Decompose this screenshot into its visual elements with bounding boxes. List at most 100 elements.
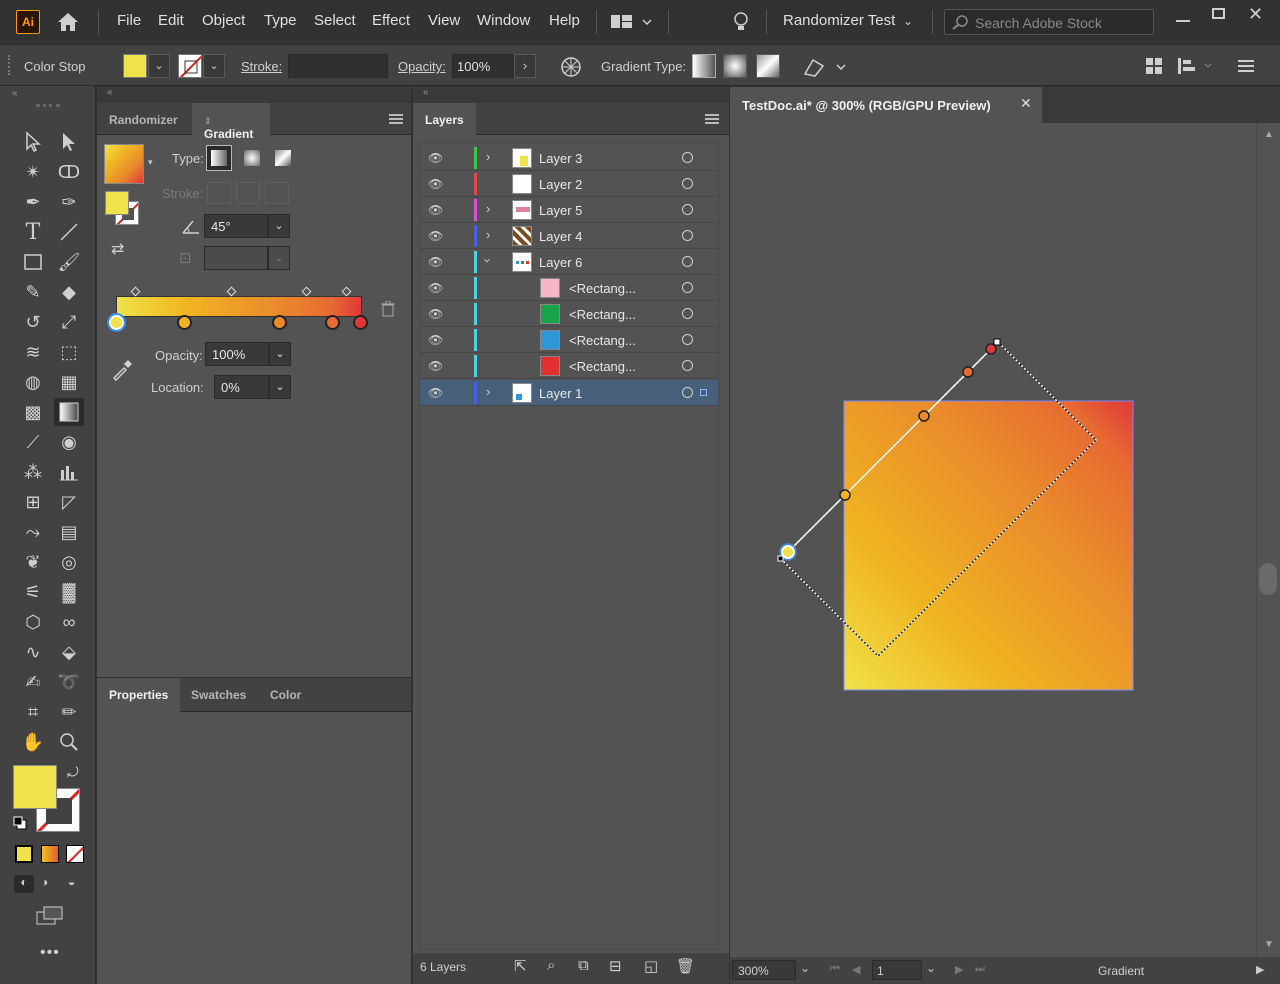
panel-menu-icon[interactable]	[1238, 59, 1254, 76]
fill-color-swatch[interactable]	[13, 765, 57, 809]
draw-inside-icon[interactable]: ◒	[68, 875, 75, 889]
layer-row[interactable]: 👁 <Rectang...	[420, 275, 718, 301]
visibility-eye-icon[interactable]: 👁	[428, 177, 443, 191]
minimize-button[interactable]	[1176, 20, 1190, 22]
slice-tool-icon[interactable]: ◸	[54, 488, 84, 516]
target-circle-icon[interactable]	[682, 204, 693, 215]
gradient-tool-icon[interactable]	[54, 398, 84, 426]
lasso-tool-icon[interactable]: ↀ	[54, 158, 84, 186]
target-circle-icon[interactable]	[682, 152, 693, 163]
collect-export-icon[interactable]: ⇱	[514, 957, 527, 975]
reverse-gradient-icon[interactable]: ⇄	[111, 239, 124, 259]
workspace-switcher-icon[interactable]	[611, 13, 655, 34]
ruler-tool-icon[interactable]: ▤	[54, 518, 84, 546]
layer-name[interactable]: Layer 1	[539, 386, 582, 401]
live-paint-tool-icon[interactable]: ⬙	[54, 638, 84, 666]
edit-toolbar-icon[interactable]: •••	[40, 944, 60, 962]
menu-effect[interactable]: Effect	[372, 12, 410, 29]
visibility-eye-icon[interactable]: 👁	[428, 281, 443, 295]
visibility-eye-icon[interactable]: 👁	[428, 333, 443, 347]
visibility-eye-icon[interactable]: 👁	[428, 229, 443, 243]
opacity-dropdown[interactable]: ⌄	[269, 342, 291, 366]
tab-gradient[interactable]: ⇕ Gradient	[192, 103, 270, 141]
layer-name[interactable]: <Rectang...	[569, 307, 636, 322]
butterfly-tool-icon[interactable]: ❦	[18, 548, 48, 576]
direct-selection-tool-icon[interactable]	[54, 128, 84, 156]
prev-artboard-icon[interactable]: ◀	[852, 963, 860, 976]
tab-color[interactable]: Color	[258, 678, 313, 712]
close-tab-icon[interactable]: ✕	[1020, 95, 1032, 112]
locate-object-icon[interactable]: ⌕	[547, 957, 555, 974]
target-circle-icon[interactable]	[682, 387, 693, 398]
free-transform-tool-icon[interactable]: ⬚	[54, 338, 84, 366]
first-artboard-icon[interactable]: ⏮	[830, 963, 840, 976]
layer-name[interactable]: Layer 5	[539, 203, 582, 218]
target-circle-icon[interactable]	[682, 334, 693, 345]
paintbrush-tool-icon[interactable]: 🖌	[54, 248, 84, 276]
perspective-grid-tool-icon[interactable]: ▦	[54, 368, 84, 396]
rectangle-tool-icon[interactable]	[18, 248, 48, 276]
layer-row[interactable]: 👁 › Layer 4	[420, 223, 718, 249]
tab-swatches[interactable]: Swatches	[179, 678, 258, 712]
selection-indicator[interactable]	[700, 389, 707, 396]
visibility-eye-icon[interactable]: 👁	[428, 359, 443, 373]
magic-wand-tool-icon[interactable]: ✴	[18, 158, 48, 186]
mesh-tool-icon[interactable]: ▩	[18, 398, 48, 426]
layer-name[interactable]: Layer 3	[539, 151, 582, 166]
visibility-eye-icon[interactable]: 👁	[428, 151, 443, 165]
layer-name[interactable]: Layer 6	[539, 255, 582, 270]
symbol-sprayer-tool-icon[interactable]: ⁂	[18, 458, 48, 486]
eyedropper-icon[interactable]	[111, 359, 133, 384]
layer-name[interactable]: Layer 2	[539, 177, 582, 192]
crop-tool-icon[interactable]: ⌗	[18, 698, 48, 726]
shape-builder-tool-icon[interactable]: ◍	[18, 368, 48, 396]
layer-row[interactable]: 👁 <Rectang...	[420, 353, 718, 379]
menu-edit[interactable]: Edit	[158, 12, 184, 29]
column-graph-tool-icon[interactable]	[54, 458, 84, 486]
polygon-tool-icon[interactable]: ⬡	[18, 608, 48, 636]
menu-select[interactable]: Select	[314, 12, 356, 29]
scale-tool-icon[interactable]: ⤢	[54, 308, 84, 336]
align-grid-icon[interactable]	[1146, 58, 1162, 77]
angle-dropdown[interactable]: ⌄	[268, 214, 290, 238]
close-window-button[interactable]: ✕	[1248, 4, 1263, 25]
opacity-field[interactable]: 100%	[205, 342, 269, 366]
gradient-panel-menu-icon[interactable]	[389, 114, 403, 124]
transform-icon[interactable]	[803, 56, 849, 81]
freeform-type-button[interactable]	[270, 145, 296, 171]
twirl-tool-icon[interactable]: ◎	[54, 548, 84, 576]
freeform-gradient-button[interactable]	[756, 54, 780, 78]
gradient-slider[interactable]	[116, 296, 362, 317]
blend-tool-icon[interactable]: ◉	[54, 428, 84, 456]
chevron-right-icon[interactable]: ›	[486, 149, 490, 164]
search-input[interactable]: Search Adobe Stock	[944, 9, 1154, 35]
fill-small-swatch[interactable]	[105, 191, 129, 215]
location-field[interactable]: 0%	[214, 375, 269, 399]
eraser-tool-icon[interactable]: ◆	[54, 278, 84, 306]
puppet-warp-tool-icon[interactable]: ⤳	[18, 518, 48, 546]
midpoint-diamond[interactable]	[301, 286, 312, 297]
delete-layer-icon[interactable]: 🗑	[676, 957, 695, 975]
target-circle-icon[interactable]	[682, 256, 693, 267]
artboard-number-field[interactable]: 1	[872, 960, 922, 980]
menu-view[interactable]: View	[428, 12, 460, 29]
texture-tool-icon[interactable]: ▓	[54, 578, 84, 606]
menu-help[interactable]: Help	[549, 12, 580, 29]
none-mode-button[interactable]	[66, 845, 84, 863]
swap-fill-stroke-icon[interactable]: ⤾	[67, 764, 79, 781]
layers-panel-menu-icon[interactable]	[705, 114, 719, 124]
chevron-down-icon[interactable]: ⌄	[903, 14, 913, 28]
layer-row-selected[interactable]: 👁 › Layer 1	[420, 380, 718, 406]
delete-stop-icon[interactable]	[381, 300, 395, 320]
menu-type[interactable]: Type	[264, 12, 297, 29]
layer-row[interactable]: 👁 › Layer 5	[420, 197, 718, 223]
opacity-label[interactable]: Opacity:	[398, 59, 446, 74]
last-artboard-icon[interactable]: ⏭	[975, 963, 985, 976]
gradient-preset-dropdown-icon[interactable]: ▾	[148, 157, 153, 168]
color-mode-button[interactable]	[15, 845, 33, 863]
tab-randomizer[interactable]: Randomizer	[97, 103, 190, 135]
radial-gradient-button[interactable]	[723, 54, 747, 78]
scroll-thumb[interactable]	[1259, 563, 1277, 595]
screen-mode-icon[interactable]	[36, 906, 64, 929]
layer-row[interactable]: 👁 Layer 2	[420, 171, 718, 197]
